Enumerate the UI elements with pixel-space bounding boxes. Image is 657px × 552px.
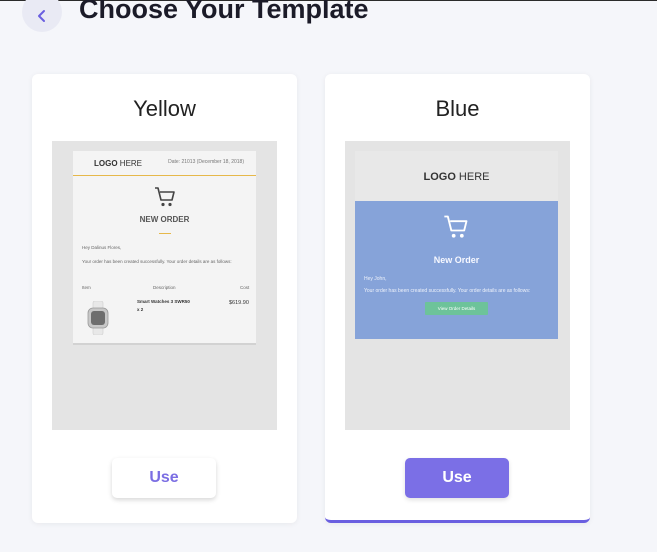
- watch-image: [87, 301, 109, 335]
- preview-date: Date: 21013 (December 18, 2018): [168, 159, 244, 165]
- template-preview-blue: LOGO HERE New Order Hey John, Your order…: [345, 141, 570, 430]
- use-blue-button[interactable]: Use: [405, 458, 509, 498]
- preview-col-item: Item: [82, 285, 91, 290]
- cart-icon: [155, 187, 175, 207]
- preview-price: $619.90: [229, 300, 249, 306]
- back-button[interactable]: [22, 0, 62, 32]
- preview-logo: LOGO HERE: [94, 159, 143, 168]
- preview-view-order-button: View Order Details: [425, 302, 488, 315]
- template-name: Blue: [435, 96, 480, 121]
- preview-heading-underline: [159, 233, 171, 234]
- preview-body: New Order Hey John, Your order has been …: [355, 201, 558, 339]
- page-title: Choose Your Template: [79, 0, 369, 24]
- use-yellow-button[interactable]: Use: [112, 458, 216, 498]
- preview-header: LOGO HERE: [355, 151, 558, 201]
- preview-product: Smart Watches 3 SWR50: [137, 299, 190, 304]
- template-card-yellow[interactable]: Yellow LOGO HERE Date: 21013 (December 1…: [32, 74, 297, 523]
- chevron-left-icon: [38, 10, 45, 22]
- preview-heading: NEW ORDER: [139, 215, 190, 224]
- preview-quantity: x 2: [137, 307, 144, 312]
- preview-col-description: Description: [153, 285, 176, 290]
- email-preview: LOGO HERE New Order Hey John, Your order…: [355, 151, 558, 339]
- preview-message: Your order has been created successfully…: [364, 288, 531, 294]
- cart-icon: [444, 215, 468, 238]
- preview-logo: LOGO HERE: [423, 171, 490, 183]
- preview-divider: [73, 175, 256, 176]
- template-preview-yellow: LOGO HERE Date: 21013 (December 18, 2018…: [52, 141, 277, 430]
- preview-greeting: Hey Dalinus Flores,: [82, 245, 122, 250]
- preview-col-cost: Cost: [240, 285, 250, 290]
- preview-message: Your order has been created successfully…: [82, 259, 232, 264]
- preview-heading: New Order: [433, 255, 480, 265]
- email-preview: LOGO HERE Date: 21013 (December 18, 2018…: [73, 151, 256, 345]
- template-name: Yellow: [133, 96, 196, 121]
- template-card-blue[interactable]: Blue LOGO HERE New Order Hey John, Your …: [325, 74, 590, 523]
- preview-greeting: Hey John,: [364, 276, 387, 282]
